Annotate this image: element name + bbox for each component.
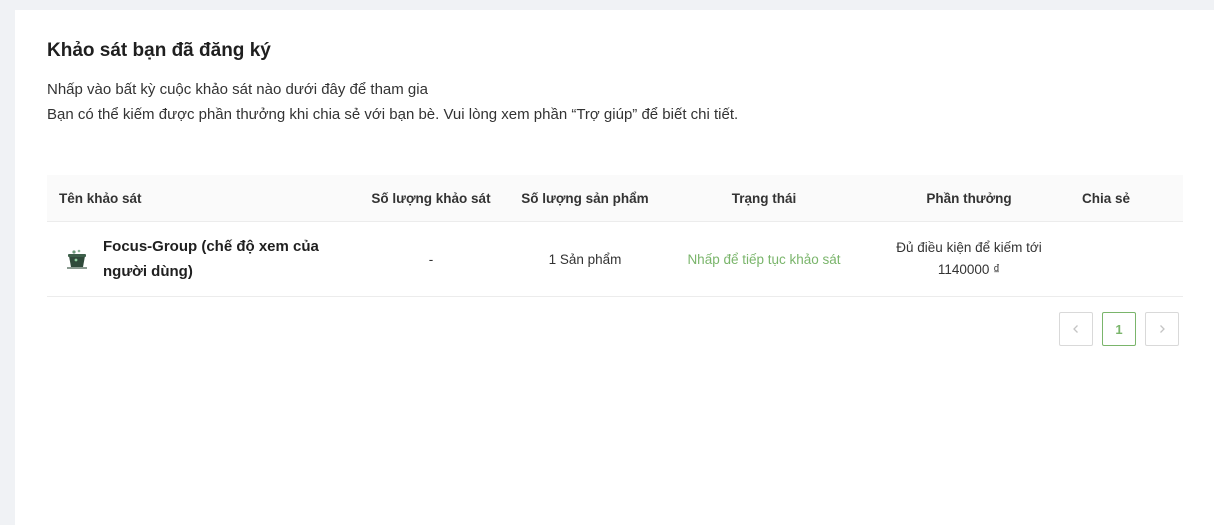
- page-title: Khảo sát bạn đã đăng ký: [47, 40, 271, 61]
- header-survey-name: Tên khảo sát: [59, 190, 142, 206]
- survey-table: Tên khảo sát Số lượng khảo sát Số lượng …: [47, 175, 1183, 297]
- reward-cell: Đủ điều kiện để kiếm tới 1140000 ₫: [869, 222, 1069, 296]
- page-description-line1: Nhấp vào bất kỳ cuộc khảo sát nào dưới đ…: [47, 81, 428, 98]
- chevron-right-icon: [1160, 325, 1165, 333]
- survey-name-cell[interactable]: Focus-Group (chế độ xem của người dùng): [65, 222, 345, 296]
- survey-count-cell: -: [428, 251, 434, 267]
- header-status: Trạng thái: [731, 190, 797, 206]
- survey-card: Khảo sát bạn đã đăng ký Nhấp vào bất kỳ …: [15, 10, 1214, 525]
- reward-amount: 1140000 ₫: [937, 262, 1001, 277]
- reward-line1: Đủ điều kiện để kiếm tới: [896, 240, 1042, 255]
- survey-name-link[interactable]: Focus-Group (chế độ xem của người dùng): [103, 234, 343, 284]
- table-header: Tên khảo sát Số lượng khảo sát Số lượng …: [47, 175, 1183, 222]
- chevron-left-icon: [1073, 325, 1078, 333]
- header-reward: Phần thưởng: [926, 190, 1012, 206]
- table-row[interactable]: Focus-Group (chế độ xem của người dùng) …: [47, 222, 1183, 297]
- page-description-line2: Bạn có thể kiếm được phần thưởng khi chi…: [47, 106, 739, 123]
- product-count-cell: 1 Sản phẩm: [548, 251, 622, 267]
- prev-page-button[interactable]: [1059, 312, 1093, 346]
- header-share: Chia sẻ: [1081, 190, 1131, 206]
- page-button-current[interactable]: 1: [1102, 312, 1136, 346]
- header-survey-count: Số lượng khảo sát: [371, 190, 491, 206]
- pagination: 1: [1059, 312, 1179, 346]
- share-cell[interactable]: [1069, 222, 1143, 296]
- header-product-count: Số lượng sản phẩm: [521, 190, 649, 206]
- continue-survey-link[interactable]: Nhấp để tiếp tục khảo sát: [659, 222, 869, 296]
- survey-thumbnail-icon: [65, 247, 89, 271]
- next-page-button[interactable]: [1145, 312, 1179, 346]
